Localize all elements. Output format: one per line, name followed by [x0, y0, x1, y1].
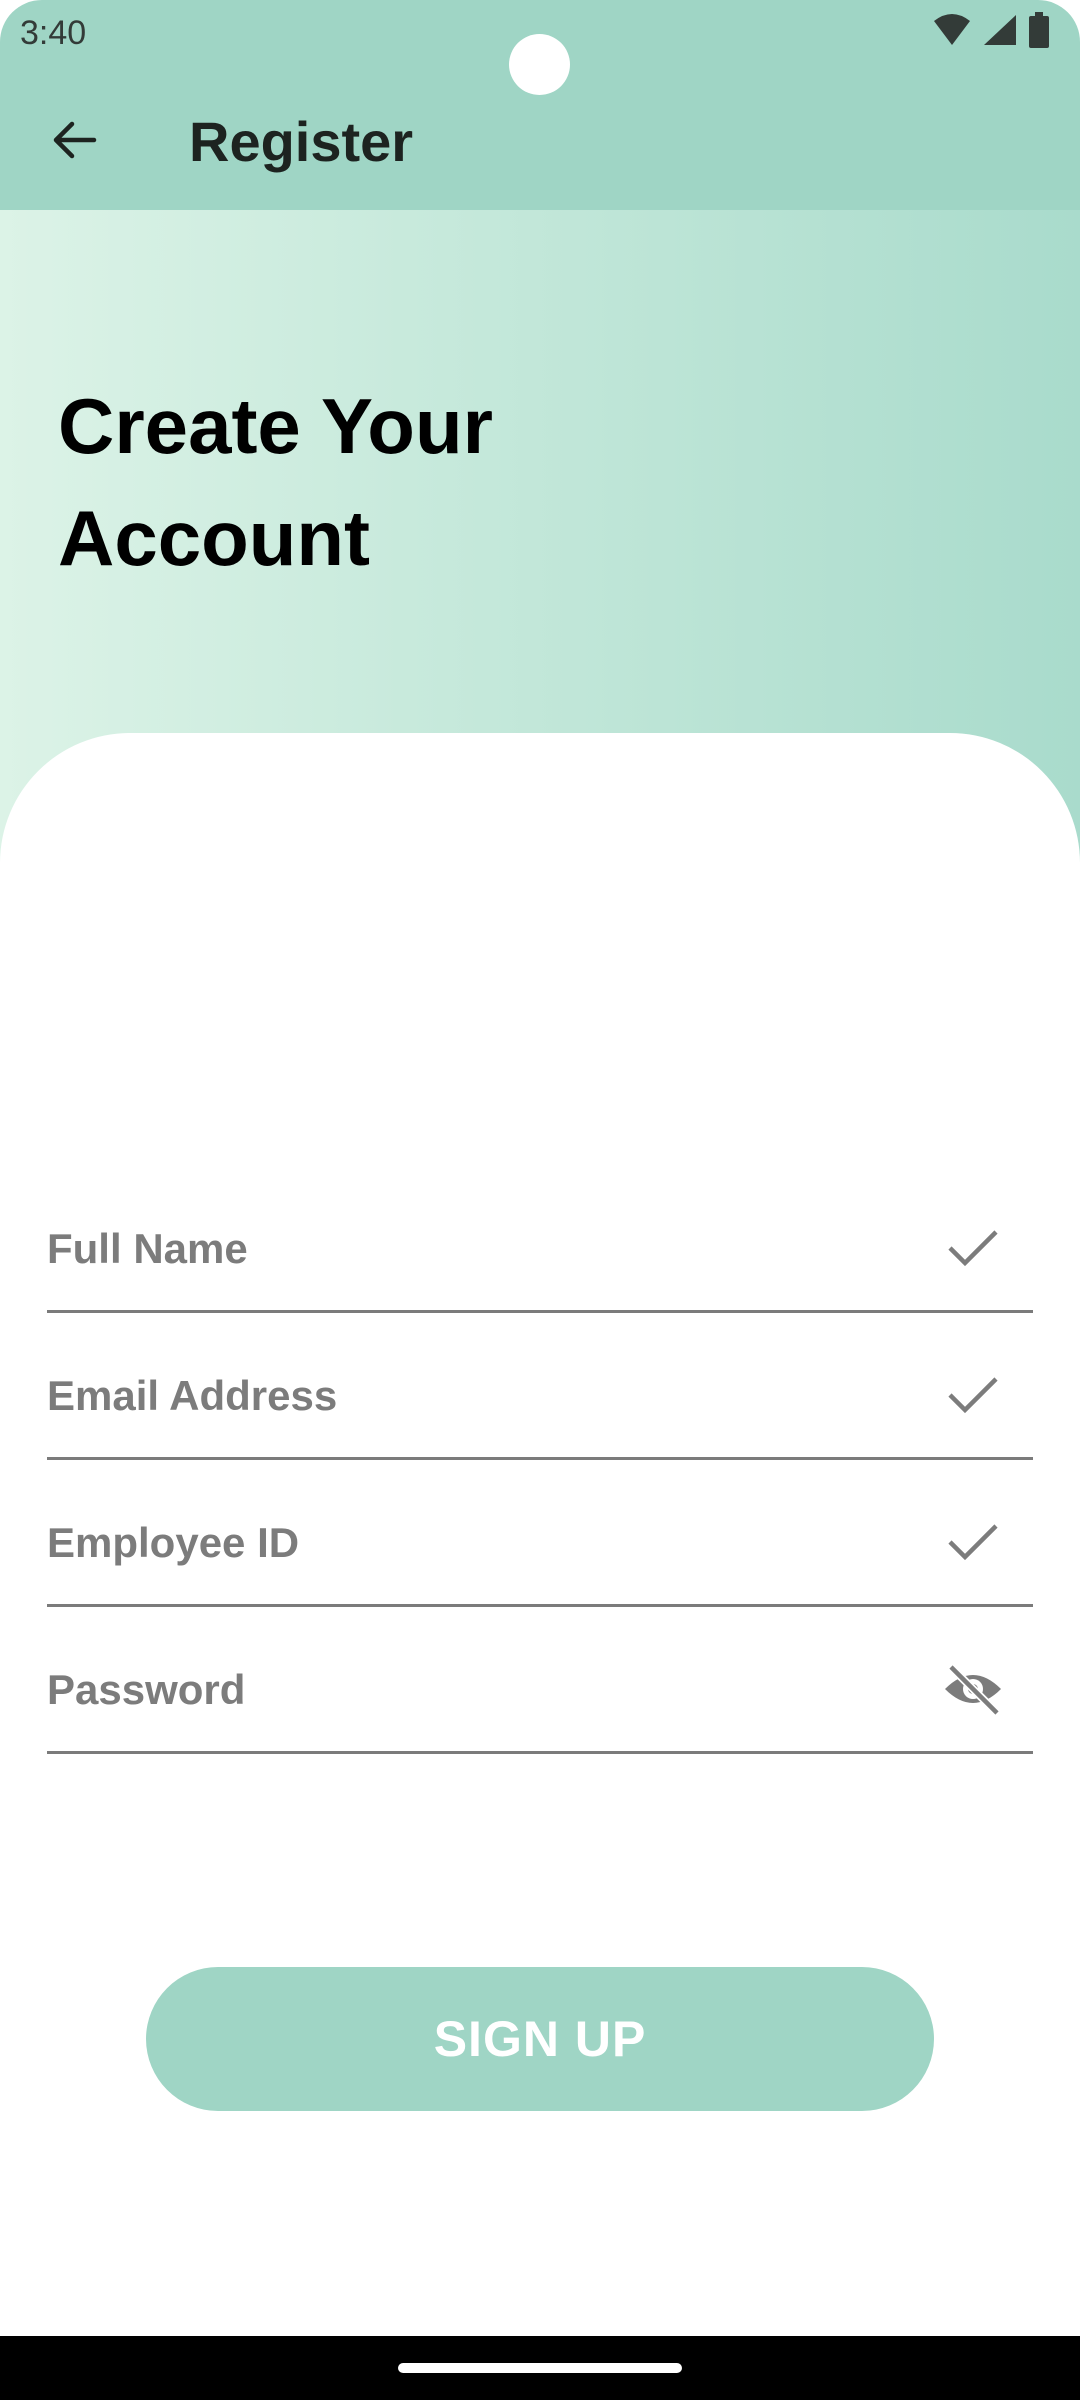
email-input[interactable] [47, 1313, 927, 1458]
navigation-bar [0, 2336, 1080, 2400]
status-icons [932, 11, 1050, 53]
full-name-input[interactable] [47, 1166, 927, 1311]
check-icon [943, 1365, 1003, 1425]
visibility-off-icon[interactable] [943, 1659, 1003, 1719]
page-title: Register [189, 110, 414, 173]
hero-title: Create Your Account [58, 382, 493, 582]
battery-icon [1028, 11, 1050, 53]
email-field [47, 1313, 1033, 1460]
signal-icon [982, 13, 1018, 52]
employee-id-field [47, 1460, 1033, 1607]
employee-id-input[interactable] [47, 1460, 927, 1605]
back-button[interactable] [34, 102, 114, 182]
camera-cutout [509, 34, 570, 95]
password-field [47, 1607, 1033, 1754]
full-name-field [47, 1166, 1033, 1313]
sign-up-button[interactable]: SIGN UP [146, 1967, 934, 2111]
wifi-icon [932, 13, 972, 52]
register-form [47, 1166, 1033, 1754]
check-icon [943, 1218, 1003, 1278]
register-screen: 3:40 Register Create Your Account Full N… [0, 0, 1080, 2400]
arrow-back-icon [50, 116, 98, 169]
check-icon [943, 1512, 1003, 1572]
password-input[interactable] [47, 1607, 927, 1752]
home-handle[interactable] [398, 2363, 682, 2373]
status-time: 3:40 [20, 14, 87, 52]
